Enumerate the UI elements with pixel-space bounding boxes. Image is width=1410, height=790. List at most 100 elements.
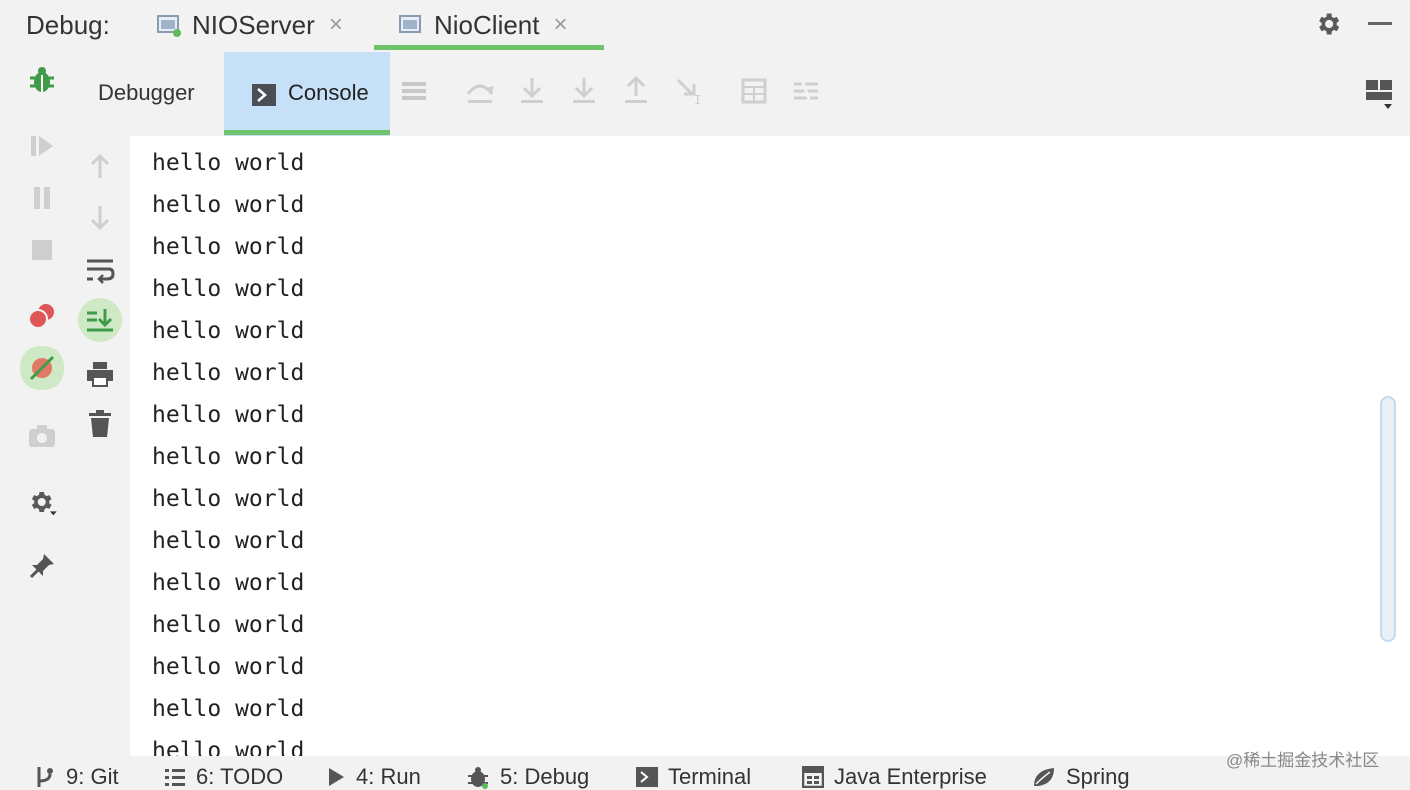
run-config-icon bbox=[156, 12, 182, 38]
printer-icon bbox=[87, 362, 113, 387]
pin-icon bbox=[29, 554, 54, 579]
tool-window-todo[interactable]: 6: TODO bbox=[164, 764, 283, 790]
debug-bug-icon bbox=[468, 767, 488, 789]
pause-button[interactable] bbox=[22, 178, 62, 218]
pin-tab-button[interactable] bbox=[22, 546, 62, 586]
breakpoints-icon bbox=[28, 304, 54, 329]
console-line: hello world bbox=[152, 654, 305, 680]
trash-icon bbox=[89, 410, 111, 437]
tool-window-label: Terminal bbox=[668, 764, 752, 789]
rerun-debug-button[interactable] bbox=[22, 60, 62, 100]
console-line: hello world bbox=[152, 402, 305, 428]
tab-label: NIOServer bbox=[192, 9, 315, 40]
evaluate-expression-button[interactable] bbox=[740, 74, 768, 108]
calculator-icon bbox=[741, 78, 767, 104]
tool-window-label: 9: Git bbox=[66, 764, 119, 789]
stream-trace-icon bbox=[794, 79, 818, 103]
console-line: hello world bbox=[152, 528, 305, 554]
console-line: hello world bbox=[152, 738, 305, 756]
close-icon[interactable]: × bbox=[329, 11, 343, 39]
show-execution-point-button[interactable] bbox=[400, 74, 428, 108]
tool-window-label: Spring bbox=[1066, 764, 1130, 789]
console-actions-strip bbox=[78, 136, 128, 756]
terminal-icon bbox=[636, 767, 658, 787]
console-line: hello world bbox=[152, 486, 305, 512]
step-into-icon bbox=[521, 78, 543, 103]
step-over-button[interactable] bbox=[464, 74, 496, 108]
force-step-into-button[interactable] bbox=[570, 74, 598, 108]
debug-toolbar: Debugger Console I bbox=[82, 50, 1410, 136]
scroll-to-end-button[interactable] bbox=[78, 298, 122, 342]
console-line: hello world bbox=[152, 318, 305, 344]
run-to-cursor-button[interactable]: I bbox=[674, 74, 704, 108]
step-into-button[interactable] bbox=[518, 74, 546, 108]
console-line: hello world bbox=[152, 192, 305, 218]
tab-label: NioClient bbox=[434, 9, 540, 40]
minimize-icon[interactable] bbox=[1368, 22, 1392, 25]
tool-window-terminal[interactable]: Terminal bbox=[636, 764, 751, 790]
tool-window-label: 5: Debug bbox=[500, 764, 590, 789]
java-enterprise-icon bbox=[802, 766, 824, 788]
arrow-up-icon bbox=[90, 153, 110, 178]
arrow-down-icon bbox=[90, 206, 110, 231]
debug-label: Debug: bbox=[26, 10, 110, 40]
tool-window-label: 6: TODO bbox=[196, 764, 284, 789]
step-out-icon bbox=[625, 75, 647, 103]
tool-window-bar: 9: Git 6: TODO 4: Run 5: Debug Terminal bbox=[0, 756, 1410, 790]
console-line: hello world bbox=[152, 570, 305, 596]
tab-debugger[interactable]: Debugger bbox=[98, 80, 195, 106]
print-button[interactable] bbox=[80, 354, 120, 394]
tab-nioserver[interactable]: NIOServer × bbox=[156, 0, 366, 50]
tool-window-run[interactable]: 4: Run bbox=[326, 764, 421, 790]
tool-window-java-enterprise[interactable]: Java Enterprise bbox=[802, 764, 987, 790]
mute-breakpoints-button[interactable] bbox=[20, 346, 64, 390]
soft-wrap-button[interactable] bbox=[80, 250, 120, 290]
step-over-icon bbox=[466, 84, 494, 103]
tab-console-label: Console bbox=[288, 80, 369, 105]
gear-icon[interactable] bbox=[1314, 10, 1342, 38]
console-output[interactable]: hello world hello world hello world hell… bbox=[130, 136, 1410, 756]
force-step-into-icon bbox=[573, 78, 595, 103]
frames-list-icon bbox=[402, 82, 426, 100]
console-line: hello world bbox=[152, 612, 305, 638]
spring-leaf-icon bbox=[1034, 768, 1054, 786]
console-line: hello world bbox=[152, 234, 305, 260]
camera-icon bbox=[29, 425, 55, 447]
tool-window-git[interactable]: 9: Git bbox=[34, 764, 119, 790]
tool-window-debug[interactable]: 5: Debug bbox=[466, 764, 589, 790]
tab-nioclient[interactable]: NioClient × bbox=[374, 0, 604, 50]
tab-console[interactable]: Console bbox=[224, 52, 390, 136]
settings-button[interactable] bbox=[22, 482, 62, 522]
down-stack-trace-button[interactable] bbox=[80, 198, 120, 238]
console-line: hello world bbox=[152, 276, 305, 302]
soft-wrap-icon bbox=[87, 259, 115, 284]
console-line: hello world bbox=[152, 444, 305, 470]
trace-current-stream-button[interactable] bbox=[792, 74, 820, 108]
git-branch-icon bbox=[37, 767, 53, 787]
pause-icon bbox=[34, 187, 50, 209]
console-line: hello world bbox=[152, 360, 305, 386]
run-to-cursor-icon: I bbox=[676, 78, 701, 107]
todo-list-icon bbox=[165, 769, 185, 786]
step-out-button[interactable] bbox=[622, 74, 650, 108]
stop-button[interactable] bbox=[22, 230, 62, 270]
tool-window-spring[interactable]: Spring bbox=[1032, 764, 1130, 790]
layout-settings-button[interactable] bbox=[1364, 78, 1394, 112]
tool-window-label: Java Enterprise bbox=[834, 764, 987, 789]
vertical-scrollbar[interactable] bbox=[1380, 396, 1396, 642]
debug-tabs-bar: Debug: NIOServer × NioClient × bbox=[0, 0, 1410, 50]
get-thread-dump-button[interactable] bbox=[22, 416, 62, 456]
console-icon bbox=[252, 84, 276, 106]
run-icon bbox=[329, 768, 344, 786]
debug-actions-strip bbox=[0, 50, 82, 756]
clear-all-button[interactable] bbox=[80, 404, 120, 444]
watermark: @稀土掘金技术社区 bbox=[1226, 751, 1380, 770]
resume-button[interactable] bbox=[22, 126, 62, 166]
resume-icon bbox=[31, 136, 53, 156]
view-breakpoints-button[interactable] bbox=[22, 296, 62, 336]
up-stack-trace-button[interactable] bbox=[80, 146, 120, 186]
close-icon[interactable]: × bbox=[554, 11, 568, 39]
gear-icon bbox=[31, 492, 57, 516]
mute-breakpoints-icon bbox=[29, 355, 55, 381]
stop-icon bbox=[32, 240, 52, 260]
